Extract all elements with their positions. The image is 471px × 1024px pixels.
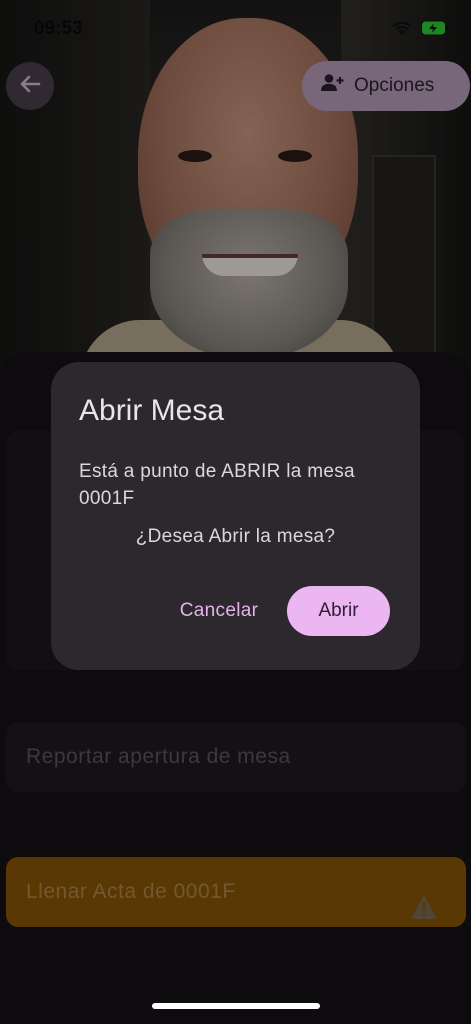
dialog-question: ¿Desea Abrir la mesa? — [135, 526, 336, 547]
home-indicator — [152, 1003, 320, 1009]
open-button[interactable]: Abrir — [287, 586, 390, 636]
open-table-dialog: Abrir Mesa Está a punto de ABRIR la mesa… — [51, 362, 420, 670]
cancel-button[interactable]: Cancelar — [169, 586, 269, 636]
dialog-title: Abrir Mesa — [79, 394, 225, 427]
dialog-message: Está a punto de ABRIR la mesa 0001F — [79, 461, 355, 509]
